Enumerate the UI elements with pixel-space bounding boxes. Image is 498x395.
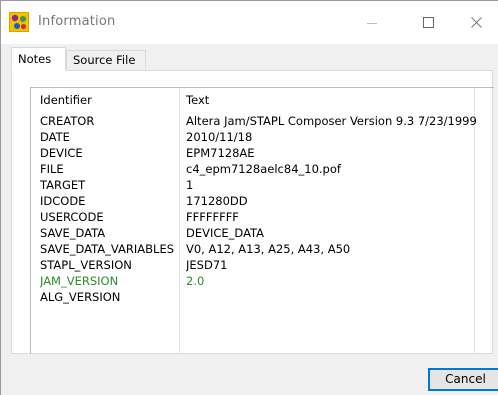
table-row[interactable]: ALG_VERSION [31,289,494,305]
row-identifier: USERCODE [40,210,104,224]
row-text: c4_epm7128aelc84_10.pof [186,162,341,176]
notes-table[interactable]: Identifier Text CREATOR Altera Jam/STAPL… [30,87,494,354]
table-row[interactable]: SAVE_DATA_VARIABLES V0, A12, A13, A25, A… [31,241,494,257]
close-icon [470,17,482,28]
row-text: 1 [186,178,194,192]
table-row[interactable]: DATE 2010/11/18 [31,129,494,145]
table-row[interactable]: CREATOR Altera Jam/STAPL Composer Versio… [31,113,494,129]
notes-panel: Identifier Text CREATOR Altera Jam/STAPL… [11,70,494,354]
row-text: DEVICE_DATA [186,226,265,240]
tab-notes[interactable]: Notes [11,47,66,71]
row-identifier: DEVICE [40,146,83,160]
row-identifier: DATE [40,130,70,144]
row-text: Altera Jam/STAPL Composer Version 9.3 7/… [186,114,476,128]
table-row[interactable]: USERCODE FFFFFFFF [31,209,494,225]
column-header-text[interactable]: Text [186,88,476,112]
row-text: 2010/11/18 [186,130,253,144]
table-header: Identifier Text [31,88,494,107]
table-row[interactable]: FILE c4_epm7128aelc84_10.pof [31,161,494,177]
row-identifier: FILE [40,162,64,176]
table-row[interactable]: IDCODE 171280DD [31,193,494,209]
information-dialog: Information Notes Source File Identifier… [0,0,498,395]
row-text: 171280DD [186,194,248,208]
window-title: Information [38,14,116,29]
row-text: JESD71 [186,258,228,272]
row-identifier: SAVE_DATA [40,226,106,240]
row-identifier: CREATOR [40,114,95,128]
row-text: EPM7128AE [186,146,255,160]
table-row[interactable]: SAVE_DATA DEVICE_DATA [31,225,494,241]
table-row-highlighted[interactable]: JAM_VERSION 2.0 [31,273,494,289]
close-button[interactable] [453,1,498,44]
row-identifier: TARGET [40,178,86,192]
row-identifier: JAM_VERSION [40,274,119,288]
row-identifier: ALG_VERSION [40,290,121,304]
minimize-icon [367,22,377,24]
cancel-button[interactable]: Cancel [428,368,498,391]
maximize-icon [422,17,434,28]
minimize-button[interactable] [349,1,395,44]
row-text [186,289,476,305]
row-identifier: STAPL_VERSION [40,258,132,272]
row-text: 2.0 [186,274,205,288]
table-row[interactable]: TARGET 1 [31,177,494,193]
row-identifier: SAVE_DATA_VARIABLES [40,242,175,256]
title-bar[interactable]: Information [1,1,498,44]
table-row[interactable]: STAPL_VERSION JESD71 [31,257,494,273]
table-row[interactable]: DEVICE EPM7128AE [31,145,494,161]
tab-source-file[interactable]: Source File [66,50,146,69]
maximize-button[interactable] [405,1,451,44]
row-text: FFFFFFFF [186,210,239,224]
row-text: V0, A12, A13, A25, A43, A50 [186,242,351,256]
row-identifier: IDCODE [40,194,86,208]
app-icon [9,12,29,32]
column-header-identifier[interactable]: Identifier [40,88,176,112]
